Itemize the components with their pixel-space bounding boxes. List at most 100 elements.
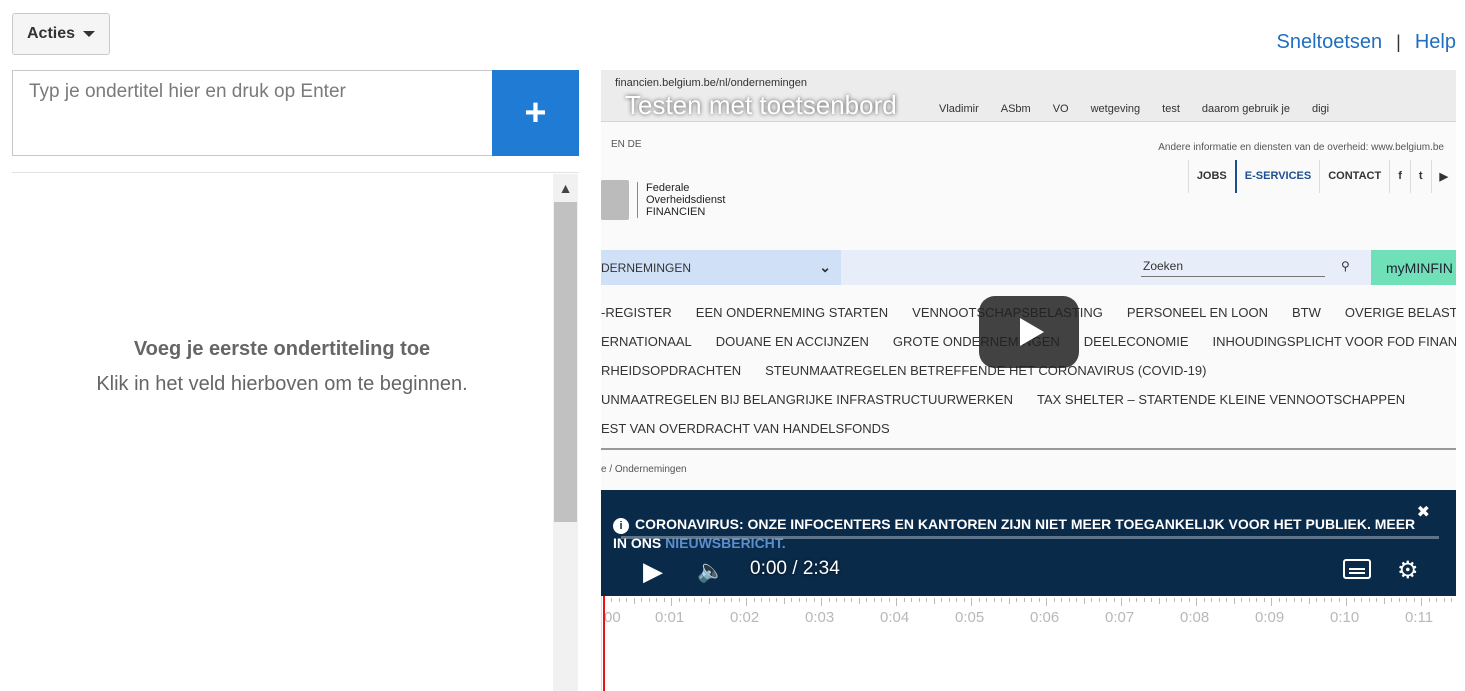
timeline-label: 0:08 bbox=[1180, 609, 1210, 626]
timeline-tick bbox=[843, 598, 845, 602]
timeline-tick bbox=[1263, 598, 1265, 602]
timeline-tick bbox=[1016, 598, 1017, 602]
site-topnav: JOBS E-SERVICES CONTACT f t ▶ bbox=[1187, 160, 1456, 193]
timeline-tick bbox=[1323, 598, 1325, 602]
timeline-tick bbox=[1076, 598, 1077, 602]
site-header: Federale Overheidsdienst FINANCIEN JOBS … bbox=[601, 160, 1456, 240]
timeline-tick bbox=[633, 598, 635, 604]
video-time: 0:00 / 2:34 bbox=[750, 558, 840, 579]
timeline-tick bbox=[903, 598, 905, 602]
timeline-tick bbox=[1271, 598, 1272, 606]
empty-state-title: Voeg je eerste ondertiteling toe bbox=[133, 338, 431, 360]
timeline-tick bbox=[1181, 598, 1182, 602]
timeline-tick bbox=[1421, 598, 1422, 606]
bookmark: ASbm bbox=[1000, 103, 1031, 115]
timeline-tick bbox=[1031, 598, 1032, 602]
timeline-tick bbox=[1331, 598, 1332, 602]
timeline-tick bbox=[813, 598, 815, 602]
timeline-tick bbox=[873, 598, 875, 602]
add-subtitle-button[interactable]: + bbox=[492, 70, 579, 156]
actions-dropdown-button[interactable]: Acties bbox=[12, 13, 110, 55]
timeline-tick bbox=[851, 598, 852, 602]
timeline-tick bbox=[836, 598, 837, 602]
site-myminfin: myMINFIN bbox=[1371, 250, 1456, 285]
timeline-label: 0:07 bbox=[1105, 609, 1135, 626]
site-banner-text: i CORONAVIRUS: ONZE INFOCENTERS EN KANTOR… bbox=[613, 516, 1416, 551]
timeline-tick bbox=[1338, 598, 1340, 602]
timeline-tick bbox=[1038, 598, 1040, 602]
timeline-tick bbox=[1136, 598, 1137, 602]
timeline-tick bbox=[1098, 598, 1100, 602]
bookmark: daarom gebruik je bbox=[1201, 103, 1290, 115]
timeline-tick bbox=[648, 598, 650, 602]
bookmark: Vladimir bbox=[939, 103, 979, 115]
subtitle-list-scrollbar[interactable]: ▲ bbox=[553, 174, 578, 691]
timeline-tick bbox=[1361, 598, 1362, 602]
video-controls: ▶ 🔈 0:00 / 2:34 ⚙ bbox=[601, 550, 1456, 590]
volume-icon[interactable]: 🔈 bbox=[697, 558, 724, 584]
timeline-tick bbox=[1218, 598, 1220, 602]
timeline-label: 0:01 bbox=[655, 609, 685, 626]
timeline-tick bbox=[1353, 598, 1355, 602]
timeline-tick bbox=[768, 598, 770, 602]
video-player[interactable]: financien.belgium.be/nl/ondernemingen Vl… bbox=[601, 70, 1456, 596]
bookmark: wetgeving bbox=[1090, 103, 1141, 115]
chevron-up-icon[interactable]: ▲ bbox=[553, 174, 578, 202]
timeline-tick bbox=[1383, 598, 1385, 604]
video-progress-bar[interactable] bbox=[621, 536, 1439, 539]
timeline-tick bbox=[956, 598, 957, 602]
scrollbar-thumb[interactable] bbox=[554, 202, 577, 522]
video-big-play-button[interactable] bbox=[979, 296, 1079, 368]
timeline-label: 0:03 bbox=[805, 609, 835, 626]
timeline-tick bbox=[821, 598, 822, 606]
timeline-tick bbox=[858, 598, 860, 604]
timeline-tick bbox=[731, 598, 732, 602]
timeline-tick bbox=[1346, 598, 1347, 606]
timeline-tick bbox=[1001, 598, 1002, 602]
site-nav-item: JOBS bbox=[1187, 160, 1235, 193]
timeline-tick bbox=[888, 598, 890, 602]
timeline-tick bbox=[1278, 598, 1280, 602]
subtitle-timeline[interactable]: 00 0:01 0:02 0:03 0:04 0:05 0:06 0:07 0:08 0:09 0:… bbox=[601, 596, 1456, 691]
timeline-label: 0:06 bbox=[1030, 609, 1060, 626]
timeline-tick bbox=[1046, 598, 1047, 606]
timeline-tick bbox=[753, 598, 755, 602]
timeline-tick bbox=[1008, 598, 1010, 604]
timeline-tick bbox=[806, 598, 807, 602]
shortcuts-link[interactable]: Sneltoetsen bbox=[1277, 31, 1383, 54]
chevron-down-icon: ⌄ bbox=[819, 259, 831, 275]
timeline-label: 00 bbox=[604, 609, 621, 626]
site-logo-text: Federale Overheidsdienst FINANCIEN bbox=[637, 182, 726, 218]
play-icon[interactable]: ▶ bbox=[643, 556, 663, 587]
timeline-tick bbox=[716, 598, 717, 602]
timeline-tick bbox=[1091, 598, 1092, 602]
timeline-tick bbox=[1413, 598, 1415, 602]
link-separator: | bbox=[1396, 32, 1401, 52]
site-search-field: Zoeken bbox=[1141, 259, 1325, 277]
timeline-tick bbox=[701, 598, 702, 602]
timeline-tick bbox=[693, 598, 695, 602]
timeline-tick bbox=[866, 598, 867, 602]
timeline-tick bbox=[776, 598, 777, 602]
timeline-tick bbox=[1428, 598, 1430, 602]
timeline-tick bbox=[1301, 598, 1302, 602]
timeline-tick bbox=[896, 598, 897, 606]
timeline-tick bbox=[1121, 598, 1122, 606]
timeline-tick bbox=[993, 598, 995, 602]
timeline-tick bbox=[641, 598, 642, 602]
timeline-tick bbox=[1436, 598, 1437, 602]
timeline-tick bbox=[971, 598, 972, 606]
timeline-tick bbox=[798, 598, 800, 602]
close-icon: ✖ bbox=[1416, 504, 1430, 521]
gear-icon[interactable]: ⚙ bbox=[1397, 556, 1419, 585]
captions-icon[interactable] bbox=[1343, 559, 1371, 579]
timeline-tick bbox=[1391, 598, 1392, 602]
timeline-tick bbox=[828, 598, 830, 602]
timeline-playhead[interactable] bbox=[603, 596, 605, 691]
timeline-tick bbox=[1451, 598, 1452, 602]
timeline-tick bbox=[948, 598, 950, 602]
timeline-tick bbox=[1083, 598, 1085, 604]
subtitle-input[interactable] bbox=[12, 70, 493, 156]
help-link[interactable]: Help bbox=[1415, 31, 1456, 54]
info-icon: i bbox=[613, 518, 629, 534]
